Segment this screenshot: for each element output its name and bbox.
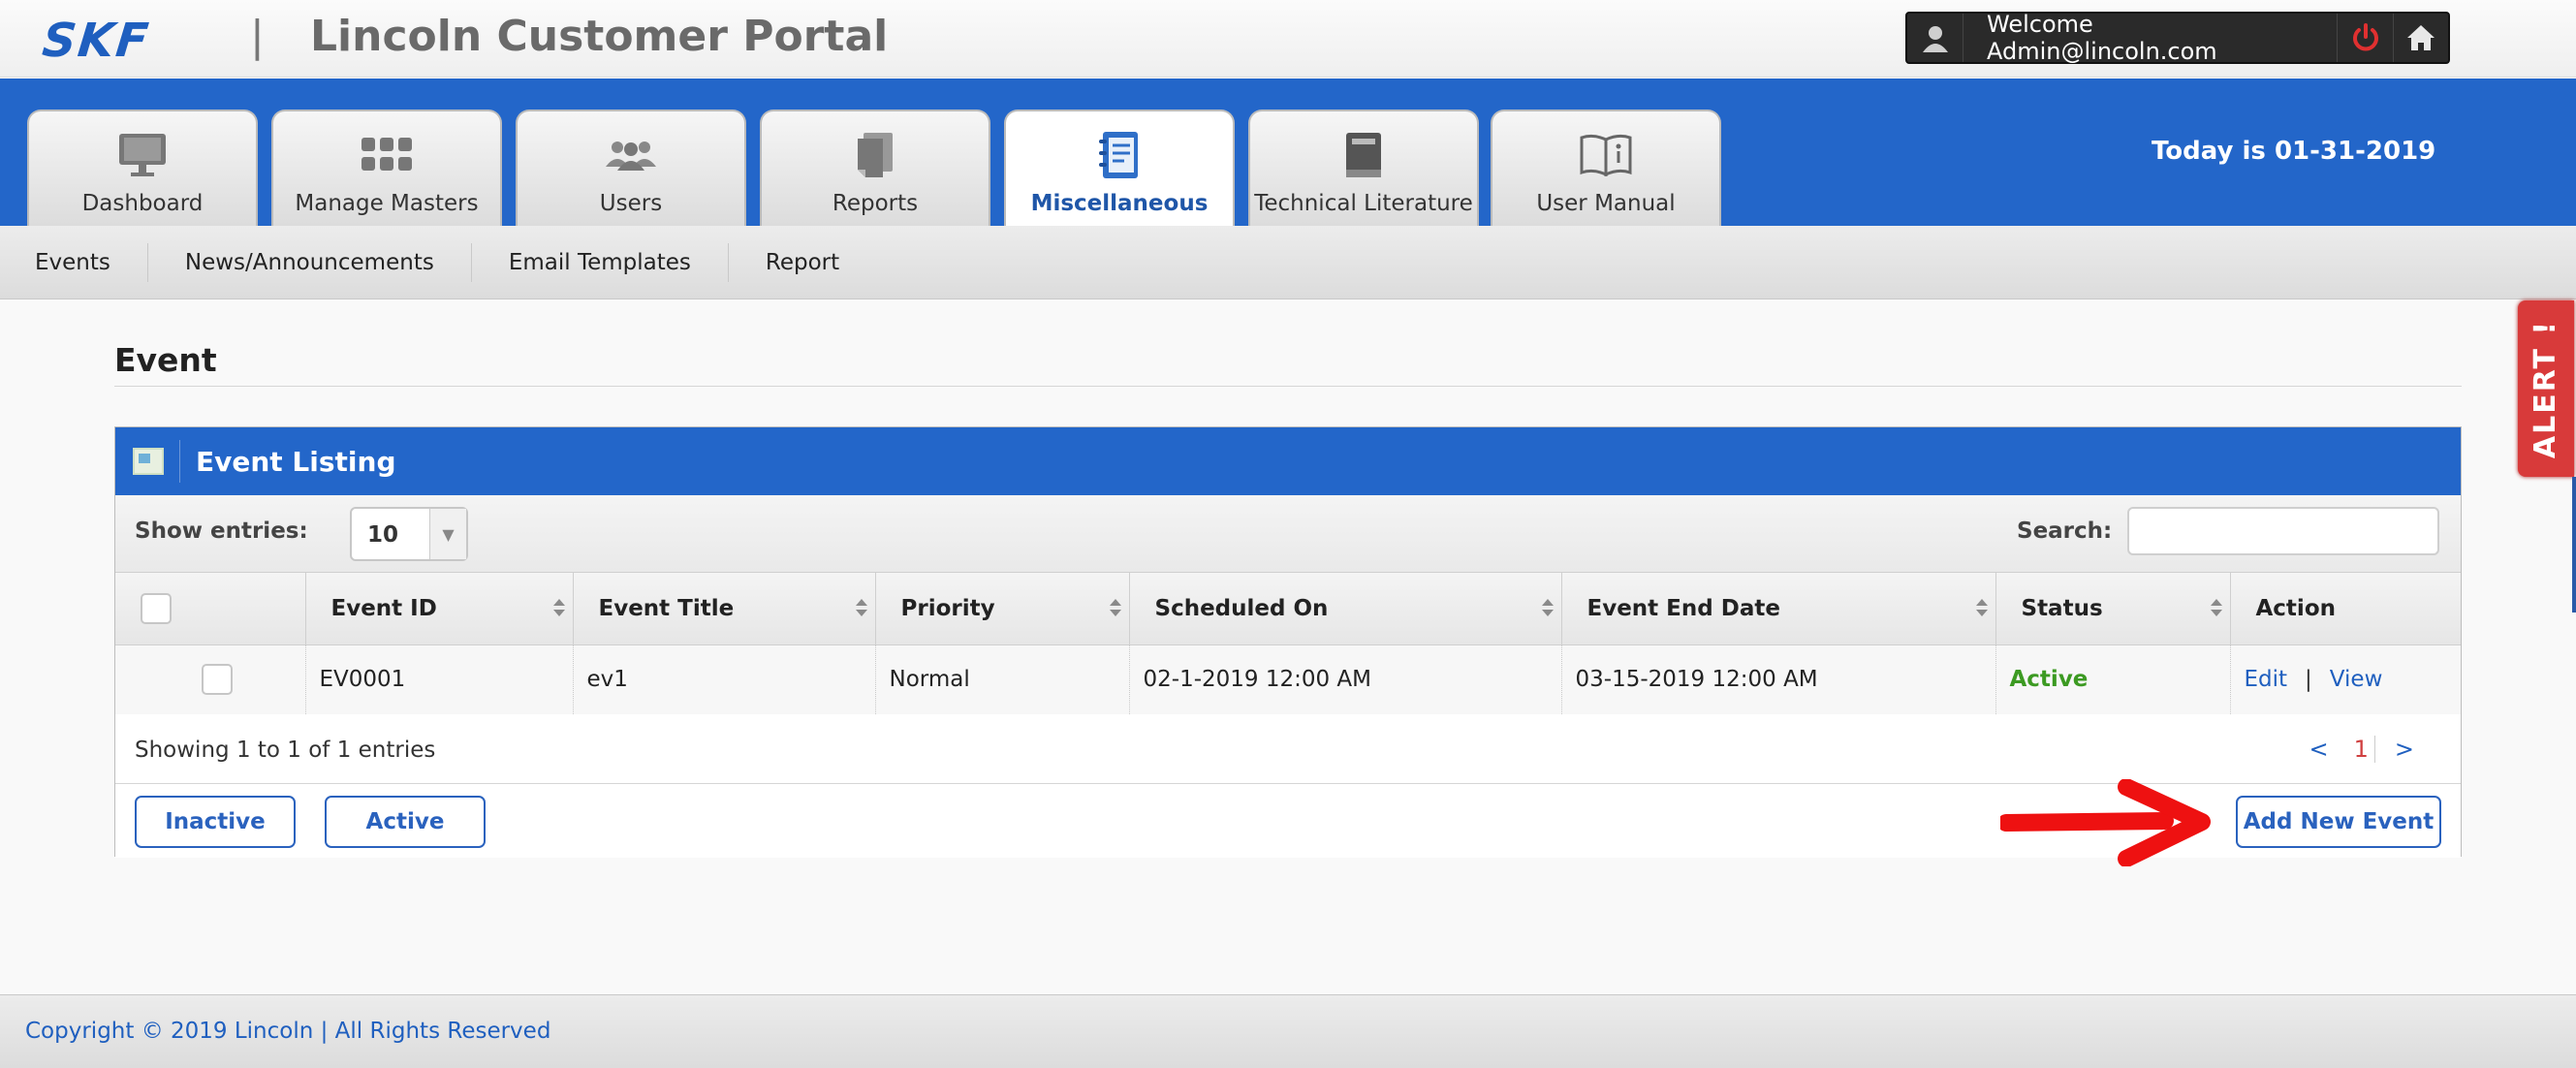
book-icon [1336,131,1391,179]
power-icon[interactable] [2338,14,2394,62]
copyright-text: Copyright © 2019 Lincoln | All Rights Re… [25,1019,551,1044]
subnav-item-email-templates[interactable]: Email Templates [472,242,729,282]
cell-scheduled-on: 02-1-2019 12:00 AM [1129,644,1562,715]
right-edge-bar [2572,477,2576,613]
column-header-priority[interactable]: Priority [875,573,1130,645]
inactive-button[interactable]: Inactive [135,796,296,848]
tab-user-manual[interactable]: User Manual [1491,110,1721,226]
chevron-down-icon: ▼ [429,509,466,559]
tab-label: Technical Literature [1254,191,1473,216]
column-header-status[interactable]: Status [1995,573,2231,645]
reports-icon [848,131,902,179]
show-entries-select[interactable]: 10 ▼ [350,507,468,561]
tab-label: Dashboard [81,191,204,216]
action-separator: | [2305,667,2312,692]
users-icon [604,131,658,179]
portal-title: Lincoln Customer Portal [310,12,889,61]
tab-label: Reports [832,191,919,216]
main-navigation: Dashboard Manage Masters Users Reports M… [0,79,2576,228]
subnav-item-events[interactable]: Events [0,242,148,282]
select-all-checkbox[interactable] [141,592,172,624]
row-select-cell [115,644,306,715]
table-row: EV0001 ev1 Normal 02-1-2019 12:00 AM 03-… [115,644,2461,715]
user-toolbar: Welcome Admin@lincoln.com [1905,11,2450,65]
annotation-arrow-icon [2000,779,2211,866]
select-all-header [115,573,306,645]
tab-label: User Manual [1536,191,1676,216]
edit-link[interactable]: Edit [2245,667,2288,692]
welcome-text: Welcome Admin@lincoln.com [1963,11,2338,65]
cell-action: Edit | View [2230,644,2461,715]
column-header-event-id[interactable]: Event ID [305,573,574,645]
page-title: Event [114,341,217,379]
panel-header: Event Listing [115,427,2461,495]
tab-label: Manage Masters [295,191,479,216]
grid-icon [360,131,414,179]
subnav-item-report[interactable]: Report [729,243,876,282]
row-checkbox[interactable] [201,664,233,695]
sort-icon [1109,599,1121,618]
user-icon[interactable] [1907,14,1963,62]
tab-users[interactable]: Users [516,110,746,226]
sort-icon [1975,599,1988,618]
add-new-event-button[interactable]: Add New Event [2236,796,2441,848]
alert-tab[interactable]: ALERT ! [2518,300,2574,477]
search-input[interactable] [2127,507,2439,555]
subnav-item-news-announcements[interactable]: News/Announcements [148,242,472,282]
tab-miscellaneous[interactable]: Miscellaneous [1004,110,1235,228]
search-label: Search: [2017,518,2113,544]
top-header: SKF | Lincoln Customer Portal Welcome Ad… [0,0,2576,78]
cell-status: Active [1995,644,2231,715]
tab-label: Miscellaneous [1030,191,1209,216]
sort-icon [855,599,867,618]
monitor-icon [115,131,170,179]
view-link[interactable]: View [2330,667,2383,692]
column-header-event-end-date[interactable]: Event End Date [1561,573,1996,645]
table-header-row: Event ID Event Title Priority Scheduled … [115,573,2461,645]
active-button[interactable]: Active [325,796,486,848]
show-entries-value: 10 [367,522,399,548]
cell-event-id: EV0001 [305,644,574,715]
title-separator: | [250,12,265,61]
table-footer: Showing 1 to 1 of 1 entries < 1 > [115,714,2461,784]
column-header-scheduled-on[interactable]: Scheduled On [1129,573,1562,645]
alert-label: ALERT ! [2529,319,2563,458]
column-header-event-title[interactable]: Event Title [573,573,876,645]
entries-info: Showing 1 to 1 of 1 entries [135,738,436,763]
tab-label: Users [599,191,663,216]
header-divider [179,440,180,483]
sort-icon [2210,599,2222,618]
manual-icon [1579,131,1633,179]
today-date: Today is 01-31-2019 [2152,137,2436,166]
skf-logo[interactable]: SKF [40,14,152,68]
status-badge: Active [2009,667,2089,692]
cell-priority: Normal [875,644,1130,715]
pagination: < 1 > [2309,736,2414,763]
previous-page-button[interactable]: < [2309,736,2329,763]
notebook-icon [1092,131,1147,179]
next-page-button[interactable]: > [2395,736,2414,763]
cell-end-date: 03-15-2019 12:00 AM [1561,644,1996,715]
panel-title: Event Listing [196,445,396,478]
page-number-1[interactable]: 1 [2348,736,2375,763]
column-header-action: Action [2230,573,2461,645]
heading-divider [114,386,2462,387]
sort-icon [552,599,565,618]
listing-icon [133,448,164,475]
cell-event-title: ev1 [573,644,876,715]
sort-icon [1541,599,1554,618]
tab-reports[interactable]: Reports [760,110,990,226]
show-entries-label: Show entries: [135,518,308,544]
event-table: Event ID Event Title Priority Scheduled … [115,573,2461,715]
home-icon[interactable] [2394,14,2448,62]
table-toolbar: Show entries: 10 ▼ Search: [115,495,2461,573]
page-footer: Copyright © 2019 Lincoln | All Rights Re… [0,994,2576,1068]
tab-dashboard[interactable]: Dashboard [27,110,258,226]
sub-navigation: Events News/Announcements Email Template… [0,226,2576,299]
tab-technical-literature[interactable]: Technical Literature [1248,110,1479,226]
tab-manage-masters[interactable]: Manage Masters [271,110,502,226]
